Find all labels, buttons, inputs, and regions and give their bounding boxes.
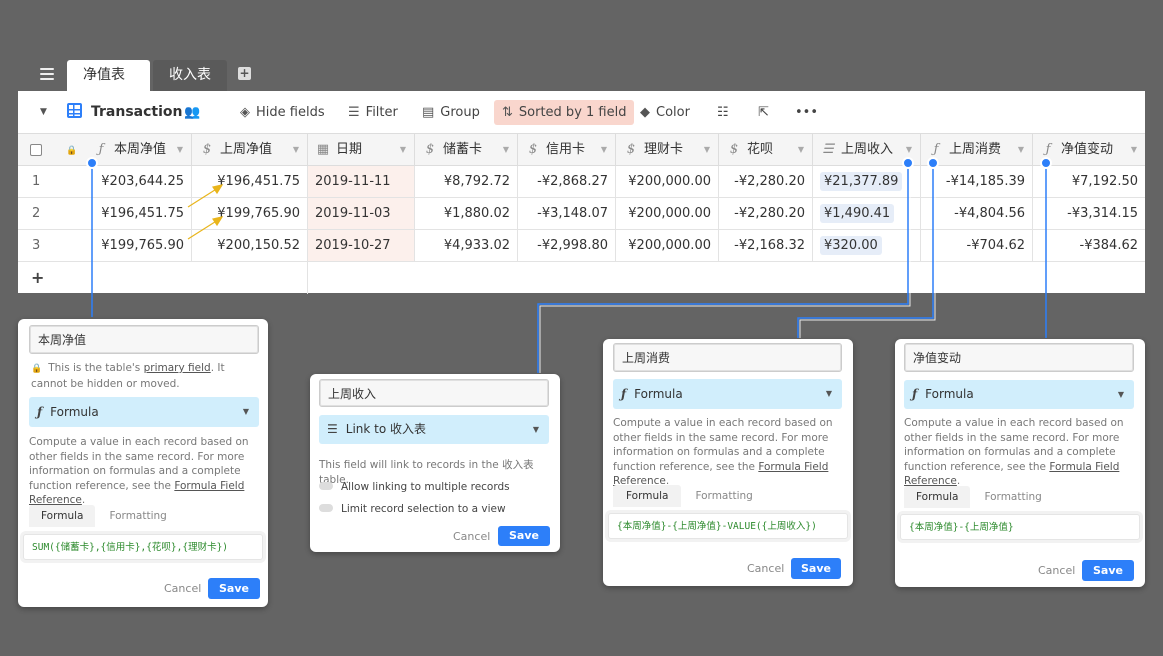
cancel-button[interactable]: Cancel bbox=[453, 530, 490, 543]
tab-formula[interactable]: Formula bbox=[613, 485, 682, 507]
connector-dot bbox=[902, 157, 914, 169]
field-type-label: Formula bbox=[634, 387, 683, 401]
allow-multiple-toggle[interactable]: Allow linking to multiple records bbox=[319, 480, 510, 495]
field-type-label: Formula bbox=[925, 387, 974, 401]
connector-dot bbox=[927, 157, 939, 169]
connector-dot bbox=[1040, 157, 1052, 169]
field-type-label: Formula bbox=[50, 405, 99, 419]
note-link[interactable]: primary field bbox=[144, 362, 211, 374]
formula-icon: ƒ bbox=[37, 405, 43, 419]
toggle-switch[interactable] bbox=[319, 504, 333, 512]
field-config-panel-change: 净值变动 ƒ Formula ▼ Compute a value in each r… bbox=[895, 339, 1145, 587]
formula-icon: ƒ bbox=[621, 387, 627, 401]
field-type-select[interactable]: ƒ Formula ▼ bbox=[904, 380, 1134, 409]
tab-formula[interactable]: Formula bbox=[904, 486, 971, 508]
field-type-select[interactable]: ƒ Formula ▼ bbox=[29, 397, 259, 427]
tab-formatting[interactable]: Formatting bbox=[95, 510, 180, 522]
field-name-input[interactable]: 净值变动 bbox=[904, 343, 1134, 372]
field-config-panel-expense: 上周消费 ƒ Formula ▼ Compute a value in each r… bbox=[603, 339, 853, 586]
field-type-description: Compute a value in each record based on … bbox=[904, 416, 1138, 489]
field-type-select[interactable]: ƒ Formula ▼ bbox=[613, 379, 842, 409]
tab-formula[interactable]: Formula bbox=[29, 505, 96, 527]
formula-tabs: Formula Formatting bbox=[29, 505, 259, 527]
formula-input[interactable]: {本周净值}-{上周净值}-VALUE({上周收入}) bbox=[608, 513, 848, 539]
chevron-down-icon: ▼ bbox=[825, 389, 832, 398]
save-button[interactable]: Save bbox=[498, 526, 550, 546]
chevron-down-icon: ▼ bbox=[242, 407, 249, 416]
toggle-switch[interactable] bbox=[319, 482, 333, 490]
field-type-select[interactable]: ☰ Link to 收入表 ▼ bbox=[319, 415, 549, 444]
note-text: This is the table's bbox=[48, 362, 144, 374]
formula-input[interactable]: SUM({储蓄卡},{信用卡},{花呗},{理财卡}) bbox=[23, 534, 263, 560]
save-button[interactable]: Save bbox=[791, 558, 841, 579]
field-name-input[interactable]: 本周净值 bbox=[29, 325, 259, 354]
formula-icon: ƒ bbox=[912, 387, 918, 401]
save-button[interactable]: Save bbox=[208, 578, 260, 599]
toggle-label: Allow linking to multiple records bbox=[341, 481, 510, 493]
lock-icon: 🔒 bbox=[31, 364, 43, 374]
primary-field-note: 🔒 This is the table's primary field. It c… bbox=[31, 361, 261, 391]
limit-view-toggle[interactable]: Limit record selection to a view bbox=[319, 502, 506, 517]
cancel-button[interactable]: Cancel bbox=[164, 582, 201, 595]
field-type-description: Compute a value in each record based on … bbox=[613, 416, 845, 489]
formula-tabs: Formula Formatting bbox=[904, 486, 1134, 508]
tab-formatting[interactable]: Formatting bbox=[970, 491, 1055, 503]
formula-input[interactable]: {本周净值}-{上周净值} bbox=[900, 514, 1140, 540]
connector-dot bbox=[86, 157, 98, 169]
chevron-down-icon: ▼ bbox=[532, 425, 539, 434]
field-config-panel-link: 上周收入 ☰ Link to 收入表 ▼ This field will link … bbox=[310, 374, 560, 552]
link-icon: ☰ bbox=[327, 422, 338, 436]
formula-tabs: Formula Formatting bbox=[613, 485, 842, 507]
field-name-input[interactable]: 上周消费 bbox=[613, 343, 842, 372]
field-type-label: Link to 收入表 bbox=[345, 422, 427, 436]
field-name-input[interactable]: 上周收入 bbox=[319, 379, 549, 407]
cancel-button[interactable]: Cancel bbox=[1038, 564, 1075, 577]
tab-formatting[interactable]: Formatting bbox=[681, 490, 766, 502]
chevron-down-icon: ▼ bbox=[1117, 390, 1124, 399]
toggle-label: Limit record selection to a view bbox=[341, 503, 506, 515]
save-button[interactable]: Save bbox=[1082, 560, 1134, 581]
cancel-button[interactable]: Cancel bbox=[747, 562, 784, 575]
field-config-panel-primary: 本周净值 🔒 This is the table's primary field.… bbox=[18, 319, 268, 607]
field-type-description: Compute a value in each record based on … bbox=[29, 435, 259, 508]
